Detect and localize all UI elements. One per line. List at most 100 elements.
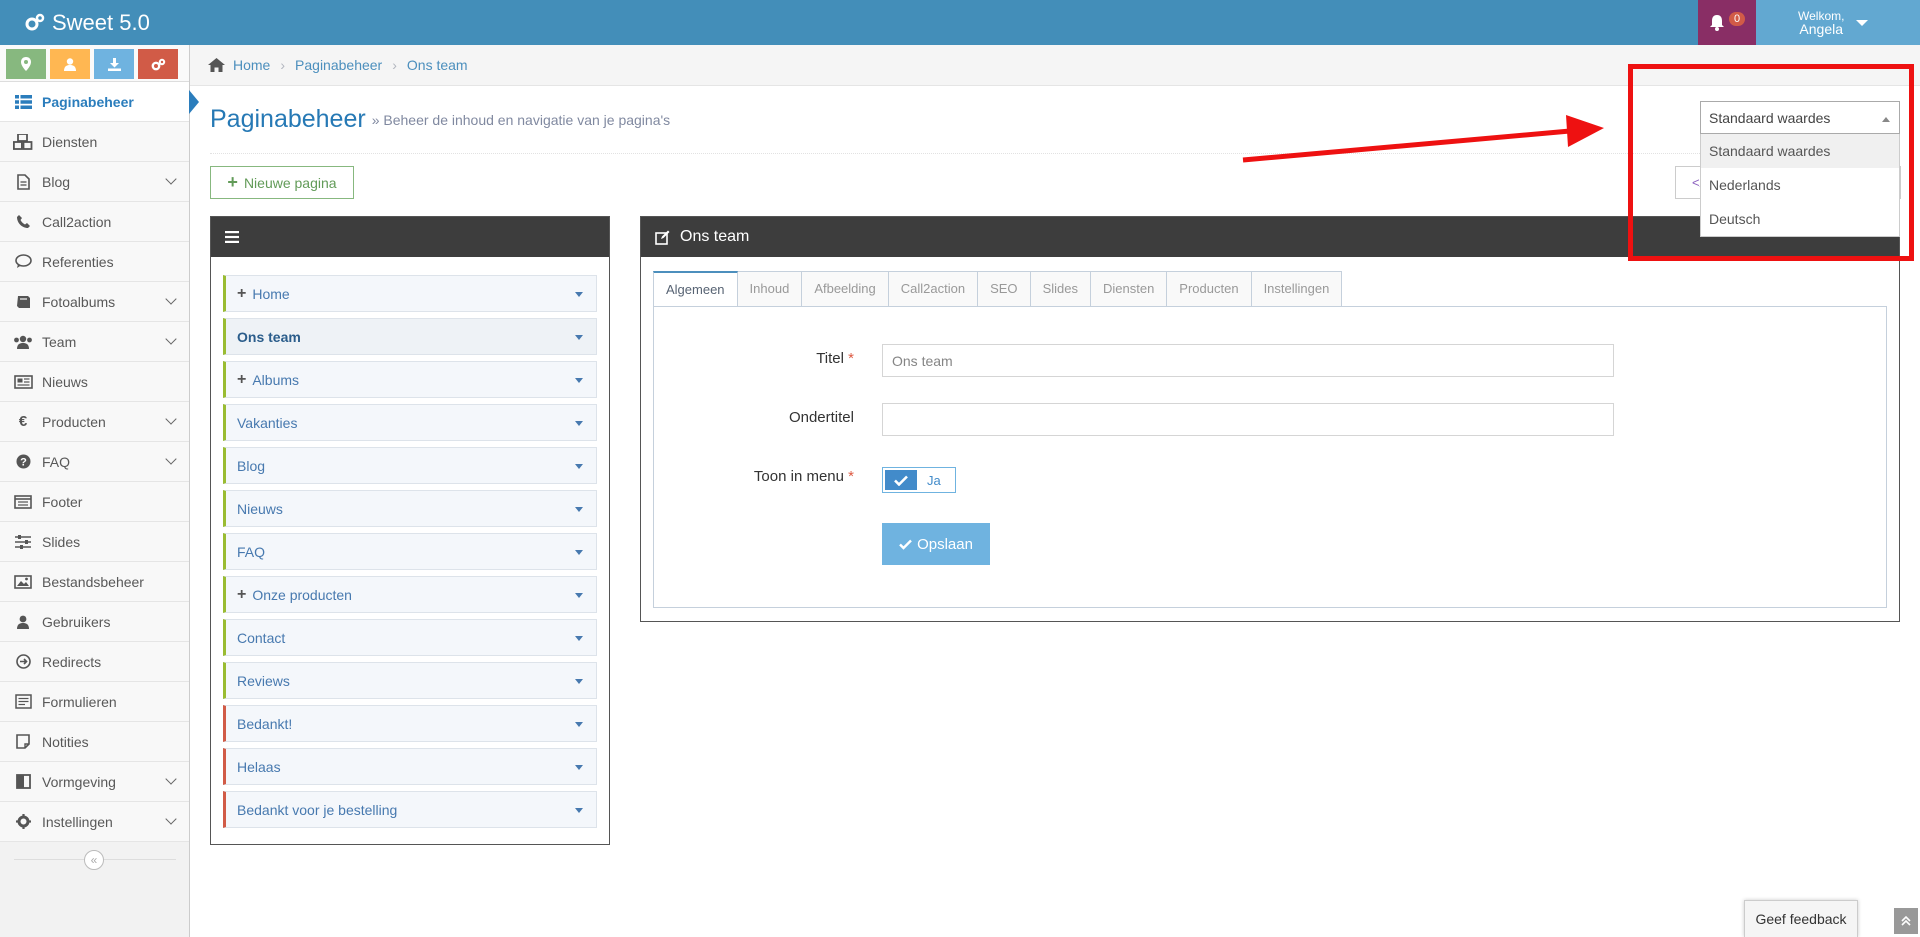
- sidebar-item-referenties[interactable]: Referenties: [0, 242, 189, 282]
- list-icon: [12, 93, 34, 111]
- caret-down-icon[interactable]: [575, 378, 583, 383]
- caret-down-icon[interactable]: [575, 335, 583, 340]
- tab-instellingen[interactable]: Instellingen: [1251, 271, 1343, 307]
- notifications-button[interactable]: 0: [1698, 0, 1756, 45]
- tree-item-onze-producten[interactable]: + Onze producten: [223, 576, 597, 613]
- ondertitel-input[interactable]: [882, 403, 1614, 436]
- columns-icon: [12, 773, 34, 791]
- notification-count-badge: 0: [1728, 11, 1746, 26]
- language-option-deutsch[interactable]: Deutsch: [1701, 202, 1899, 236]
- sidebar-shortcuts: [0, 45, 189, 82]
- tree-item-vakanties[interactable]: Vakanties: [223, 404, 597, 441]
- app-title: Sweet 5.0: [52, 9, 150, 35]
- required-mark: *: [848, 468, 854, 485]
- tree-item-helaas[interactable]: Helaas: [223, 748, 597, 785]
- checkmark-icon: [899, 539, 912, 550]
- sidebar-item-fotoalbums[interactable]: Fotoalbums: [0, 282, 189, 322]
- sidebar-item-call2action[interactable]: Call2action: [0, 202, 189, 242]
- bars-icon[interactable]: [225, 231, 239, 243]
- caret-down-icon[interactable]: [575, 507, 583, 512]
- new-page-button[interactable]: + Nieuwe pagina: [210, 166, 354, 199]
- caret-down-icon[interactable]: [575, 722, 583, 727]
- tree-item-faq[interactable]: FAQ: [223, 533, 597, 570]
- sidebar-collapse-button[interactable]: «: [84, 850, 104, 870]
- plus-icon[interactable]: +: [237, 371, 246, 389]
- caret-down-icon[interactable]: [575, 593, 583, 598]
- chevron-down-icon: [165, 773, 177, 785]
- sidebar-item-slides[interactable]: Slides: [0, 522, 189, 562]
- toon-in-menu-toggle[interactable]: Ja: [882, 467, 956, 493]
- sidebar-item-formulieren[interactable]: Formulieren: [0, 682, 189, 722]
- tree-item-bedankt-bestelling[interactable]: Bedankt voor je bestelling: [223, 791, 597, 828]
- caret-down-icon[interactable]: [575, 679, 583, 684]
- sidebar-item-paginabeheer[interactable]: Paginabeheer: [0, 82, 189, 122]
- tree-item-albums[interactable]: + Albums: [223, 361, 597, 398]
- scroll-to-top-button[interactable]: [1894, 908, 1918, 934]
- sidebar-item-blog[interactable]: Blog: [0, 162, 189, 202]
- sidebar-item-label: Bestandsbeheer: [42, 573, 144, 590]
- sidebar-item-label: Nieuws: [42, 373, 88, 390]
- tab-algemeen[interactable]: Algemeen: [653, 271, 738, 307]
- tab-slides[interactable]: Slides: [1030, 271, 1091, 307]
- save-button[interactable]: Opslaan: [882, 523, 990, 565]
- plus-icon[interactable]: +: [237, 285, 246, 303]
- brand[interactable]: Sweet 5.0: [24, 0, 150, 45]
- tree-item-nieuws[interactable]: Nieuws: [223, 490, 597, 527]
- breadcrumb-current[interactable]: Ons team: [407, 57, 468, 73]
- page-tree-panel: + Home Ons team + Albums Vakanties Blog Ni…: [210, 216, 610, 845]
- sidebar-item-nieuws[interactable]: Nieuws: [0, 362, 189, 402]
- chevron-down-icon: [165, 333, 177, 345]
- caret-down-icon[interactable]: [575, 550, 583, 555]
- language-option-standaard[interactable]: Standaard waardes: [1701, 134, 1899, 168]
- sidebar-item-vormgeving[interactable]: Vormgeving: [0, 762, 189, 802]
- plus-icon[interactable]: +: [237, 586, 246, 604]
- sidebar-item-producten[interactable]: € Producten: [0, 402, 189, 442]
- breadcrumb-home-link[interactable]: Home: [233, 57, 270, 73]
- breadcrumb-paginabeheer-link[interactable]: Paginabeheer: [295, 57, 382, 73]
- shortcut-map-button[interactable]: [6, 49, 46, 79]
- caret-down-icon[interactable]: [575, 765, 583, 770]
- bell-icon: [1709, 15, 1724, 31]
- newspaper-icon: [12, 373, 34, 391]
- tree-item-bedankt[interactable]: Bedankt!: [223, 705, 597, 742]
- feedback-button[interactable]: Geef feedback: [1744, 900, 1858, 937]
- caret-down-icon[interactable]: [575, 636, 583, 641]
- tab-seo[interactable]: SEO: [978, 271, 1031, 307]
- sidebar-item-diensten[interactable]: Diensten: [0, 122, 189, 162]
- tab-producten[interactable]: Producten: [1167, 271, 1252, 307]
- sidebar-item-gebruikers[interactable]: Gebruikers: [0, 602, 189, 642]
- sidebar-item-faq[interactable]: ? FAQ: [0, 442, 189, 482]
- tree-item-label: Albums: [252, 371, 300, 388]
- caret-down-icon[interactable]: [575, 464, 583, 469]
- tab-call2action[interactable]: Call2action: [888, 271, 979, 307]
- language-select[interactable]: Standaard waardes: [1700, 101, 1900, 134]
- tree-item-label: Onze producten: [252, 586, 352, 603]
- titel-input[interactable]: Ons team: [882, 344, 1614, 377]
- sidebar-item-instellingen[interactable]: Instellingen: [0, 802, 189, 842]
- user-menu[interactable]: Welkom, Angela: [1756, 0, 1920, 45]
- plus-icon: +: [227, 172, 238, 192]
- caret-down-icon[interactable]: [575, 808, 583, 813]
- sidebar-item-label: Vormgeving: [42, 773, 116, 790]
- shortcut-settings-button[interactable]: [138, 49, 178, 79]
- tree-item-blog[interactable]: Blog: [223, 447, 597, 484]
- edit-icon: [655, 230, 670, 245]
- users-icon: [12, 333, 34, 351]
- tab-afbeelding[interactable]: Afbeelding: [802, 271, 889, 307]
- sidebar-item-footer[interactable]: Footer: [0, 482, 189, 522]
- sidebar-item-redirects[interactable]: Redirects: [0, 642, 189, 682]
- caret-down-icon[interactable]: [575, 292, 583, 297]
- tab-inhoud[interactable]: Inhoud: [737, 271, 803, 307]
- tree-item-reviews[interactable]: Reviews: [223, 662, 597, 699]
- caret-down-icon[interactable]: [575, 421, 583, 426]
- shortcut-user-button[interactable]: [50, 49, 90, 79]
- sidebar-item-notities[interactable]: Notities: [0, 722, 189, 762]
- shortcut-download-button[interactable]: [94, 49, 134, 79]
- sidebar-item-team[interactable]: Team: [0, 322, 189, 362]
- sidebar-item-bestandsbeheer[interactable]: Bestandsbeheer: [0, 562, 189, 602]
- tree-item-ons-team[interactable]: Ons team: [223, 318, 597, 355]
- tree-item-contact[interactable]: Contact: [223, 619, 597, 656]
- language-option-nederlands[interactable]: Nederlands: [1701, 168, 1899, 202]
- tree-item-home[interactable]: + Home: [223, 275, 597, 312]
- tab-diensten[interactable]: Diensten: [1090, 271, 1168, 307]
